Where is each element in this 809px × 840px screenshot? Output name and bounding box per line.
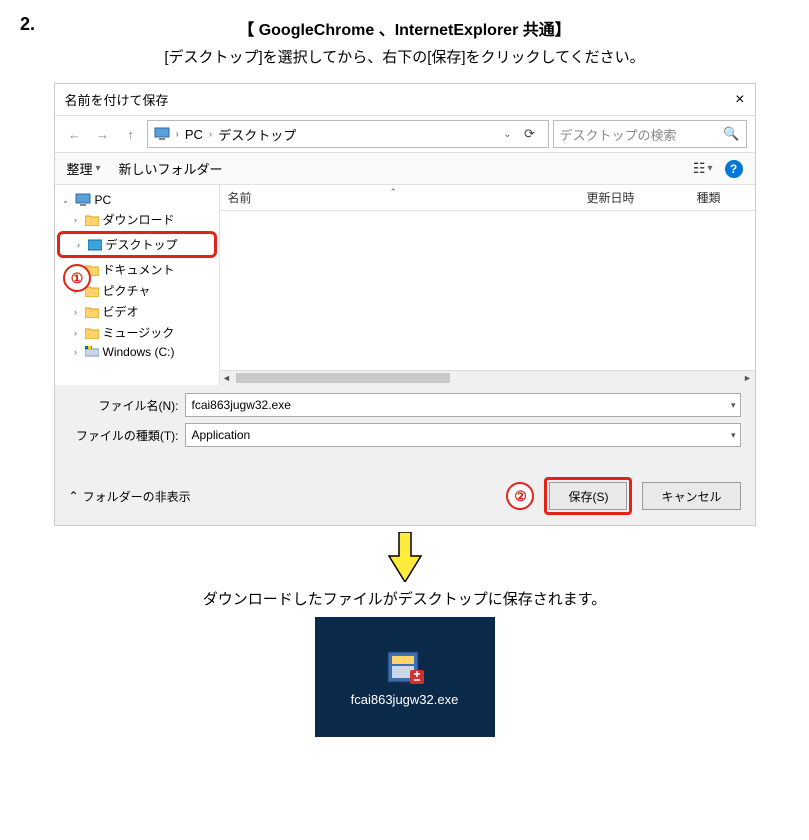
details-view-icon: ☷ xyxy=(693,160,706,177)
arrow-down-icon xyxy=(385,532,425,582)
close-icon[interactable]: × xyxy=(735,91,744,109)
path-desktop[interactable]: デスクトップ xyxy=(218,125,296,144)
chevron-down-icon: ▾ xyxy=(707,163,712,174)
desktop-folder-icon xyxy=(88,239,102,251)
view-options-button[interactable]: ☷ ▾ xyxy=(693,160,713,177)
folder-icon xyxy=(85,327,99,339)
dialog-title: 名前を付けて保存 xyxy=(65,90,169,109)
chevron-up-icon: ⌃ xyxy=(69,489,79,503)
desktop-file-label: fcai863jugw32.exe xyxy=(351,692,459,707)
desktop-file-preview: fcai863jugw32.exe xyxy=(315,617,495,737)
chevron-down-icon[interactable]: ⌄ xyxy=(503,129,511,140)
folder-icon xyxy=(85,214,99,226)
callout-1: ① xyxy=(63,264,91,292)
tree-pc[interactable]: ⌄ PC xyxy=(57,191,217,209)
toolbar: 整理 ▾ 新しいフォルダー ☷ ▾ ? xyxy=(55,153,755,185)
installer-file-icon xyxy=(384,648,426,686)
chevron-right-icon: › xyxy=(71,307,81,317)
result-text: ダウンロードしたファイルがデスクトップに保存されます。 xyxy=(20,588,789,609)
chevron-right-icon: › xyxy=(74,240,84,250)
scroll-right-icon[interactable]: ► xyxy=(741,373,755,383)
hide-folders-label: フォルダーの非表示 xyxy=(83,488,191,505)
filename-label: ファイル名(N): xyxy=(69,397,179,414)
column-date[interactable]: 更新日時 xyxy=(587,189,697,206)
path-pc[interactable]: PC xyxy=(185,127,203,142)
filetype-select[interactable]: Application ▾ xyxy=(185,423,741,447)
refresh-icon[interactable]: ⟳ xyxy=(518,126,542,142)
page-title: 【 GoogleChrome 、InternetExplorer 共通】 xyxy=(20,16,789,40)
instruction-text: [デスクトップ]を選択してから、右下の[保存]をクリックしてください。 xyxy=(20,46,789,67)
back-icon[interactable]: ← xyxy=(63,122,87,146)
tree-pc-label: PC xyxy=(95,193,112,207)
tree-downloads[interactable]: › ダウンロード xyxy=(57,209,217,230)
chevron-down-icon[interactable]: ▾ xyxy=(731,430,736,441)
cancel-button[interactable]: キャンセル xyxy=(642,482,740,510)
help-icon[interactable]: ? xyxy=(725,160,743,178)
new-folder-button[interactable]: 新しいフォルダー xyxy=(119,159,223,178)
chevron-right-icon: › xyxy=(71,328,81,338)
tree-item-label: ドキュメント xyxy=(103,261,175,278)
filename-value: fcai863jugw32.exe xyxy=(192,398,291,412)
search-icon: 🔍 xyxy=(723,126,739,142)
tree-item-label: ダウンロード xyxy=(103,211,175,228)
tree-item-label: ビデオ xyxy=(103,303,139,320)
scroll-left-icon[interactable]: ◄ xyxy=(220,373,234,383)
column-name[interactable]: 名前 xyxy=(228,189,587,206)
chevron-right-icon: › xyxy=(71,215,81,225)
dialog-footer: ⌃ フォルダーの非表示 ② 保存(S) キャンセル xyxy=(55,467,755,525)
filetype-label: ファイルの種類(T): xyxy=(69,427,179,444)
up-icon[interactable]: ↑ xyxy=(119,122,143,146)
callout-2: ② xyxy=(506,482,534,510)
tree-videos[interactable]: › ビデオ xyxy=(57,301,217,322)
tree-drive-c[interactable]: › Windows (C:) xyxy=(57,343,217,361)
save-dialog: 名前を付けて保存 × ← → ↑ › PC › デスクトップ ⌄ ⟳ デスクトッ… xyxy=(54,83,756,526)
address-bar[interactable]: › PC › デスクトップ ⌄ ⟳ xyxy=(147,120,549,148)
sort-indicator-icon: ⌃ xyxy=(390,187,398,198)
step-number: 2. xyxy=(20,14,35,35)
pc-icon xyxy=(75,193,91,207)
filename-panel: ファイル名(N): fcai863jugw32.exe ▾ ファイルの種類(T)… xyxy=(55,385,755,467)
column-type[interactable]: 種類 xyxy=(697,189,747,206)
drive-icon xyxy=(85,346,99,358)
pc-icon xyxy=(154,127,170,141)
tree-item-label: ミュージック xyxy=(103,324,175,341)
horizontal-scrollbar[interactable]: ◄ ► xyxy=(220,370,755,385)
hide-folders-toggle[interactable]: ⌃ フォルダーの非表示 xyxy=(69,488,507,505)
organize-label: 整理 xyxy=(67,159,93,178)
search-input[interactable]: デスクトップの検索 🔍 xyxy=(553,120,747,148)
tree-item-label: デスクトップ xyxy=(106,236,178,253)
filetype-value: Application xyxy=(192,428,251,442)
chevron-right-icon: › xyxy=(176,129,179,140)
search-placeholder: デスクトップの検索 xyxy=(560,125,724,144)
organize-menu[interactable]: 整理 ▾ xyxy=(67,159,101,178)
tree-item-label: Windows (C:) xyxy=(103,345,175,359)
forward-icon[interactable]: → xyxy=(91,122,115,146)
tree-item-label: ピクチャ xyxy=(103,282,151,299)
new-folder-label: 新しいフォルダー xyxy=(119,159,223,178)
chevron-right-icon: › xyxy=(71,347,81,357)
scroll-thumb[interactable] xyxy=(236,373,450,383)
chevron-right-icon: › xyxy=(209,129,212,140)
file-list[interactable]: 名前 更新日時 種類 ⌃ ◄ ► xyxy=(220,185,755,385)
address-bar-row: ← → ↑ › PC › デスクトップ ⌄ ⟳ デスクトップの検索 🔍 xyxy=(55,115,755,153)
chevron-down-icon: ⌄ xyxy=(61,195,71,206)
save-button[interactable]: 保存(S) xyxy=(549,482,627,510)
filename-input[interactable]: fcai863jugw32.exe ▾ xyxy=(185,393,741,417)
chevron-down-icon: ▾ xyxy=(96,163,101,174)
chevron-down-icon[interactable]: ▾ xyxy=(731,400,736,411)
folder-icon xyxy=(85,306,99,318)
list-header: 名前 更新日時 種類 ⌃ xyxy=(220,185,755,211)
tree-desktop[interactable]: › デスクトップ xyxy=(60,234,214,255)
tree-music[interactable]: › ミュージック xyxy=(57,322,217,343)
